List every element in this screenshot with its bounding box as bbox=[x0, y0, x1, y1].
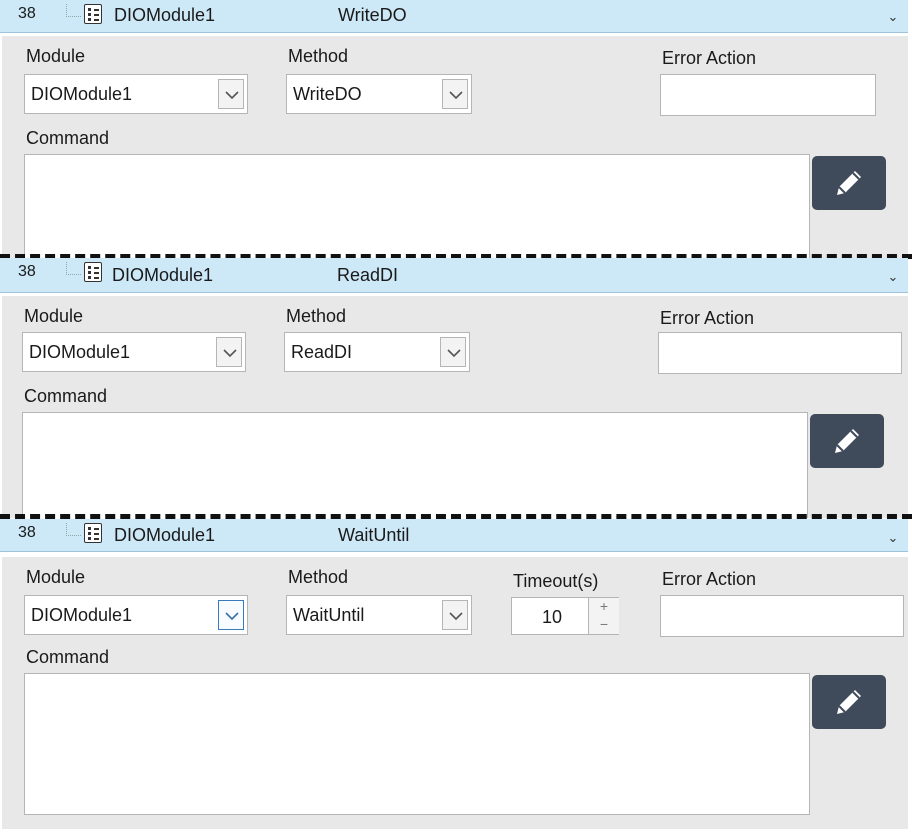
module-label: Module bbox=[26, 567, 86, 587]
module-list-icon bbox=[84, 4, 102, 24]
step-header[interactable]: 38 DIOModule1 ReadDI ⌄ bbox=[0, 258, 908, 293]
module-dropdown-value: DIOModule1 bbox=[31, 84, 133, 104]
error-action-label: Error Action bbox=[662, 48, 757, 68]
module-dropdown-value: DIOModule1 bbox=[31, 605, 133, 625]
step-settings-panel: Module Method Timeout(s) Error Action DI… bbox=[2, 557, 908, 829]
error-action-input[interactable] bbox=[660, 74, 876, 116]
step-header[interactable]: 38 DIOModule1 WaitUntil ⌄ bbox=[0, 519, 908, 552]
command-label: Command bbox=[26, 128, 110, 148]
timeout-stepper[interactable]: 10 + − bbox=[511, 597, 619, 635]
command-input[interactable] bbox=[24, 154, 810, 258]
pencil-icon bbox=[835, 429, 859, 453]
module-label: Module bbox=[26, 46, 86, 66]
error-action-input[interactable] bbox=[658, 332, 902, 374]
module-list-icon bbox=[84, 262, 102, 282]
method-label: Method bbox=[288, 46, 349, 66]
step-number: 38 bbox=[18, 524, 36, 541]
error-action-input[interactable] bbox=[660, 595, 904, 637]
chevron-down-icon[interactable]: ⌄ bbox=[882, 527, 904, 549]
chevron-down-icon[interactable] bbox=[442, 600, 468, 630]
chevron-down-icon[interactable] bbox=[218, 600, 244, 630]
method-label: Method bbox=[286, 306, 347, 326]
method-dropdown-value: WaitUntil bbox=[293, 605, 365, 625]
chevron-down-icon[interactable] bbox=[440, 337, 466, 367]
step-section-writedo: 38 DIOModule1 WriteDO ⌄ Module Method Er… bbox=[0, 0, 912, 258]
method-dropdown[interactable]: ReadDI bbox=[284, 332, 470, 372]
header-module-name: DIOModule1 bbox=[112, 265, 214, 285]
module-list-icon bbox=[84, 523, 102, 543]
command-label: Command bbox=[26, 647, 110, 667]
tree-connector bbox=[66, 4, 81, 17]
error-action-label: Error Action bbox=[660, 308, 755, 328]
method-dropdown[interactable]: WriteDO bbox=[286, 74, 472, 114]
header-method-name: WaitUntil bbox=[338, 525, 410, 545]
timeout-label: Timeout(s) bbox=[513, 571, 599, 591]
chevron-down-icon[interactable]: ⌄ bbox=[882, 6, 904, 28]
module-dropdown-value: DIOModule1 bbox=[29, 342, 131, 362]
method-label: Method bbox=[288, 567, 349, 587]
method-dropdown-value: ReadDI bbox=[291, 342, 353, 362]
edit-command-button[interactable] bbox=[812, 156, 886, 210]
command-input[interactable] bbox=[24, 673, 810, 815]
chevron-down-icon[interactable]: ⌄ bbox=[882, 266, 904, 288]
header-module-name: DIOModule1 bbox=[114, 525, 216, 545]
method-dropdown[interactable]: WaitUntil bbox=[286, 595, 472, 635]
chevron-down-icon[interactable] bbox=[442, 79, 468, 109]
module-dropdown[interactable]: DIOModule1 bbox=[22, 332, 246, 372]
command-input[interactable] bbox=[22, 412, 808, 518]
edit-command-button[interactable] bbox=[810, 414, 884, 468]
chevron-down-icon[interactable] bbox=[218, 79, 244, 109]
step-section-waituntil: 38 DIOModule1 WaitUntil ⌄ Module Method … bbox=[0, 519, 912, 835]
step-number: 38 bbox=[18, 5, 36, 22]
step-settings-panel: Module Method Error Action DIOModule1 Re… bbox=[2, 296, 908, 518]
step-section-readdi: 38 DIOModule1 ReadDI ⌄ Module Method Err… bbox=[0, 258, 912, 518]
method-dropdown-value: WriteDO bbox=[293, 84, 362, 104]
command-label: Command bbox=[24, 386, 108, 406]
tree-connector bbox=[66, 262, 81, 275]
step-header[interactable]: 38 DIOModule1 WriteDO ⌄ bbox=[0, 0, 908, 33]
step-settings-panel: Module Method Error Action DIOModule1 Wr… bbox=[2, 36, 908, 258]
header-method-name: ReadDI bbox=[337, 265, 399, 285]
step-number: 38 bbox=[18, 263, 36, 280]
edit-command-button[interactable] bbox=[812, 675, 886, 729]
chevron-down-icon[interactable] bbox=[216, 337, 242, 367]
minus-icon[interactable]: − bbox=[588, 616, 619, 634]
header-method-name: WriteDO bbox=[338, 5, 407, 25]
module-label: Module bbox=[24, 306, 84, 326]
error-action-label: Error Action bbox=[662, 569, 757, 589]
plus-icon[interactable]: + bbox=[588, 598, 619, 617]
module-dropdown[interactable]: DIOModule1 bbox=[24, 595, 248, 635]
pencil-icon bbox=[837, 171, 861, 195]
tree-connector bbox=[66, 523, 81, 536]
pencil-icon bbox=[837, 690, 861, 714]
module-dropdown[interactable]: DIOModule1 bbox=[24, 74, 248, 114]
header-module-name: DIOModule1 bbox=[114, 5, 216, 25]
timeout-value: 10 bbox=[542, 607, 563, 627]
